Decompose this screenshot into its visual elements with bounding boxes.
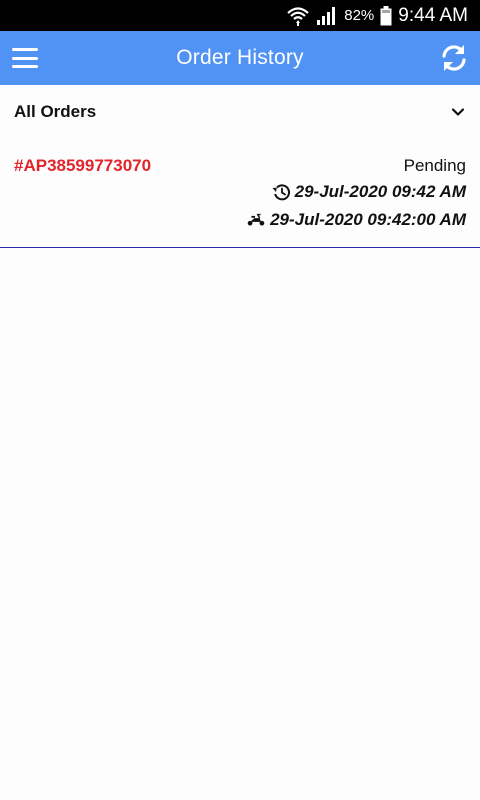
chevron-down-icon [451, 108, 465, 116]
menu-button[interactable] [10, 44, 40, 72]
filter-selected-value: All Orders [14, 102, 97, 121]
hamburger-menu-icon [12, 48, 38, 51]
order-delivery-time: 29-Jul-2020 09:42:00 AM [246, 210, 466, 230]
battery-percent: 82% [344, 7, 375, 24]
status-bar: 82% 9:44 AM [0, 0, 480, 31]
order-delivery-time-text: 29-Jul-2020 09:42:00 AM [270, 210, 466, 229]
wifi-icon [286, 5, 310, 27]
signal-icon [316, 6, 338, 26]
order-placed-time: 29-Jul-2020 09:42 AM [271, 182, 466, 202]
refresh-button[interactable] [438, 42, 470, 74]
app-bar: Order History [0, 31, 480, 85]
scooter-icon [247, 213, 265, 226]
order-id: #AP38599773070 [14, 156, 152, 175]
hamburger-line [12, 56, 38, 60]
order-filter-dropdown[interactable]: All Orders [0, 85, 480, 139]
hamburger-line [12, 65, 38, 68]
order-placed-time-text: 29-Jul-2020 09:42 AM [294, 182, 466, 201]
clock-time: 9:44 AM [398, 4, 468, 26]
order-list-item[interactable]: #AP38599773070 Pending 29-Jul-2020 09:42… [0, 144, 480, 248]
battery-icon [380, 5, 392, 26]
page-title: Order History [176, 46, 304, 69]
refresh-icon [442, 45, 466, 71]
history-clock-icon [272, 184, 290, 201]
order-status: Pending [403, 156, 466, 175]
